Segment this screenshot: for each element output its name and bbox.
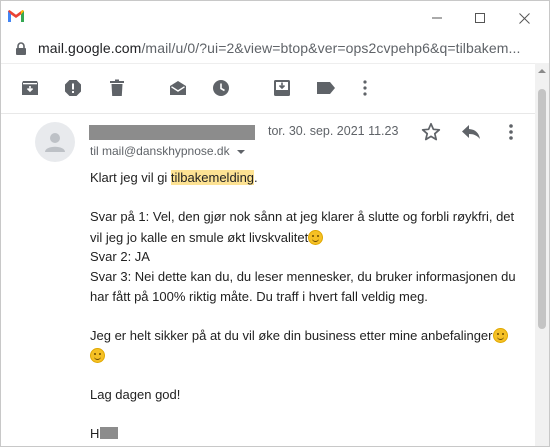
avatar — [35, 122, 75, 162]
reply-icon[interactable] — [461, 123, 481, 141]
mark-unread-icon — [170, 81, 186, 95]
scroll-up-arrow-icon[interactable] — [538, 67, 546, 75]
message-toolbar — [1, 63, 549, 113]
browser-window: mail.google.com/mail/u/0/?ui=2&view=btop… — [0, 0, 550, 447]
recipient-line[interactable]: til mail@danskhypnose.dk — [90, 144, 245, 158]
body-text: vil jeg jo kalle en smule økt livskvalit… — [90, 230, 309, 245]
minimize-icon — [432, 17, 442, 19]
smile-emoji-icon — [492, 328, 508, 343]
body-line: Svar på 1: Vel, den gjør nok sånn at jeg… — [90, 209, 515, 224]
archive-button[interactable] — [20, 78, 40, 98]
recipient-text: til mail@danskhypnose.dk — [90, 144, 230, 158]
close-button[interactable] — [509, 7, 539, 29]
report-spam-icon — [65, 80, 81, 96]
label-icon — [317, 82, 335, 94]
minimize-button[interactable] — [422, 7, 452, 29]
archive-icon — [22, 81, 38, 95]
mark-unread-button[interactable] — [168, 78, 188, 98]
body-line: Svar 3: Nei dette kan du, du leser menne… — [90, 269, 516, 284]
title-bar — [1, 1, 549, 34]
body-line: har fått på 100% riktig måte. Du traff i… — [90, 289, 428, 304]
body-line: Lag dagen god! — [90, 387, 181, 402]
snooze-icon — [213, 80, 229, 96]
close-icon — [518, 12, 530, 24]
smile-emoji-icon — [308, 230, 324, 245]
lock-icon — [16, 42, 26, 55]
address-bar[interactable]: mail.google.com/mail/u/0/?ui=2&view=btop… — [1, 34, 549, 62]
person-icon — [45, 133, 65, 152]
move-to-button[interactable] — [272, 78, 292, 98]
gmail-icon — [8, 10, 24, 22]
body-line: vil jeg jo kalle en smule økt livskvalit… — [90, 228, 324, 248]
search-highlight: tilbakemelding — [170, 170, 255, 185]
message-date: tor. 30. sep. 2021 11.23 — [268, 124, 399, 138]
star-icon[interactable] — [421, 122, 441, 142]
signature-text: H — [90, 426, 100, 441]
sender-name-redacted — [89, 125, 255, 140]
chevron-down-icon[interactable] — [236, 150, 245, 154]
report-spam-button[interactable] — [63, 78, 83, 98]
more-vert-icon — [363, 80, 367, 96]
body-text: Jeg er helt sikker på at du vil øke din … — [90, 328, 493, 343]
signature-redacted — [100, 427, 119, 439]
delete-button[interactable] — [107, 78, 127, 98]
scrollbar-thumb[interactable] — [538, 89, 546, 329]
url-path: /mail/u/0/?ui=2&view=btop&ver=ops2cvpehp… — [141, 40, 521, 56]
snooze-button[interactable] — [211, 78, 231, 98]
maximize-button[interactable] — [465, 7, 495, 29]
move-to-icon — [274, 80, 290, 96]
url-text[interactable]: mail.google.com/mail/u/0/?ui=2&view=btop… — [38, 40, 534, 56]
maximize-icon — [475, 13, 485, 23]
more-options-button[interactable] — [355, 78, 375, 98]
smile-emoji-icon — [90, 348, 105, 363]
body-text: Klart jeg vil gi — [90, 170, 171, 185]
body-line: Svar 2: JA — [90, 249, 150, 264]
body-line: Jeg er helt sikker på at du vil øke din … — [90, 326, 508, 346]
label-button[interactable] — [316, 78, 336, 98]
body-text: . — [254, 170, 258, 185]
url-host: mail.google.com — [38, 40, 142, 56]
body-line — [90, 346, 105, 366]
body-line: Klart jeg vil gi tilbakemelding. — [90, 168, 258, 188]
message-view: tor. 30. sep. 2021 11.23 til mail@danskh… — [1, 113, 535, 446]
delete-icon — [110, 79, 124, 96]
message-more-icon[interactable] — [502, 122, 520, 142]
signature-line: H — [90, 424, 119, 444]
